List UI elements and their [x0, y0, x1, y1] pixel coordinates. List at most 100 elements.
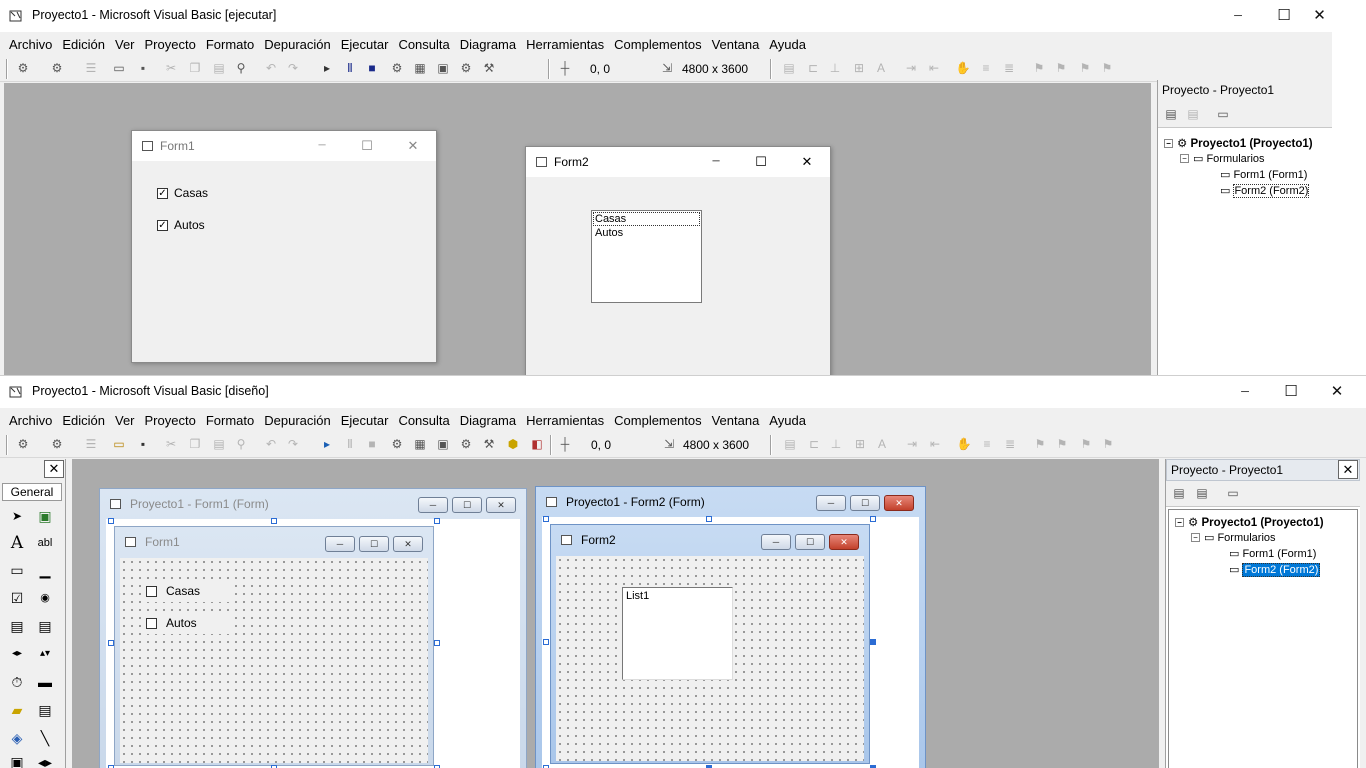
close-button[interactable]: ✕: [391, 131, 435, 161]
previous-bookmark-icon[interactable]: ⚑: [1076, 59, 1094, 77]
add-form-icon[interactable]: ⚙: [48, 435, 66, 453]
component-manager-icon[interactable]: ◧: [528, 435, 546, 453]
start-icon[interactable]: ▸: [318, 59, 336, 77]
runtime-form1-title-bar[interactable]: Form1 ─ ☐ ✕: [132, 131, 436, 161]
view-code-icon[interactable]: ▤: [1162, 105, 1180, 123]
resize-handle[interactable]: [706, 516, 712, 522]
list-item-autos[interactable]: Autos: [593, 227, 700, 239]
menu-edicion[interactable]: Edición: [62, 32, 105, 52]
undo-icon[interactable]: ↶: [262, 435, 280, 453]
menu-archivo[interactable]: Archivo: [9, 32, 52, 52]
clear-bookmarks-icon[interactable]: ⚑: [1099, 435, 1117, 453]
label-icon[interactable]: A: [5, 532, 29, 554]
tree-root[interactable]: − ⚙ Proyecto1 (Proyecto1): [1175, 515, 1324, 529]
collapse-icon[interactable]: −: [1180, 154, 1189, 163]
menu-depuracion[interactable]: Depuración: [264, 408, 331, 428]
autos-checkbox-control[interactable]: Autos: [142, 614, 232, 634]
minimize-button[interactable]: ─: [1215, 0, 1261, 32]
stop-icon[interactable]: ■: [363, 435, 381, 453]
toggle-bookmark-icon[interactable]: ⚑: [1030, 59, 1048, 77]
menu-archivo[interactable]: Archivo: [9, 408, 52, 428]
comment-block-icon[interactable]: ≡: [978, 435, 996, 453]
tree-item-form1[interactable]: ▭ Form1 (Form1): [1229, 547, 1316, 560]
hand-icon[interactable]: ✋: [954, 59, 972, 77]
menu-herramientas[interactable]: Herramientas: [526, 32, 604, 52]
hand-icon[interactable]: ✋: [955, 435, 973, 453]
size-same-icon[interactable]: ⊞: [850, 59, 868, 77]
commandbutton-icon[interactable]: ▁: [33, 559, 57, 581]
align-icon[interactable]: ⊏: [805, 435, 823, 453]
tree-item-form1[interactable]: ▭ Form1 (Form1): [1220, 168, 1307, 181]
data-view-icon[interactable]: ⬢: [504, 435, 522, 453]
maximize-button[interactable]: ☐: [1261, 0, 1307, 32]
minimize-button[interactable]: ─: [694, 147, 738, 177]
list1-listbox-control[interactable]: List1: [622, 587, 733, 680]
line-icon[interactable]: ╲: [33, 727, 57, 749]
toggle-folders-icon[interactable]: ▭: [1214, 105, 1232, 123]
listbox-icon[interactable]: ▤: [33, 615, 57, 637]
find-icon[interactable]: ⚲: [232, 435, 250, 453]
add-project-icon[interactable]: ⚙: [14, 59, 32, 77]
menu-consulta[interactable]: Consulta: [398, 32, 449, 52]
resize-handle[interactable]: [543, 516, 549, 522]
resize-handle[interactable]: [108, 518, 114, 524]
outdent-icon[interactable]: ⇤: [925, 59, 943, 77]
minimize-button[interactable]: ─: [300, 131, 344, 161]
cut-icon[interactable]: ✂: [162, 435, 180, 453]
toolbox-icon[interactable]: ⚒: [480, 435, 498, 453]
collapse-icon[interactable]: −: [1164, 139, 1173, 148]
pointer-icon[interactable]: ➤: [5, 505, 29, 527]
restore-button[interactable]: ☐: [850, 495, 880, 511]
form-editor-icon[interactable]: ▤: [780, 59, 798, 77]
resize-handle[interactable]: [108, 640, 114, 646]
open-project-icon[interactable]: ▭: [110, 435, 128, 453]
runtime-listbox[interactable]: Casas Autos: [591, 210, 702, 303]
minimize-button[interactable]: ─: [816, 495, 846, 511]
menu-proyecto[interactable]: Proyecto: [145, 408, 196, 428]
menu-depuracion[interactable]: Depuración: [264, 32, 331, 52]
autos-checkbox[interactable]: ✓: [157, 220, 168, 231]
collapse-icon[interactable]: −: [1191, 533, 1200, 542]
add-form-icon[interactable]: ⚙: [48, 59, 66, 77]
minimize-button[interactable]: ─: [418, 497, 448, 513]
menu-complementos[interactable]: Complementos: [614, 32, 701, 52]
frame-icon[interactable]: ▭: [5, 559, 29, 581]
close-button[interactable]: ✕: [393, 536, 423, 552]
maximize-button[interactable]: ☐: [739, 147, 783, 177]
uncomment-block-icon[interactable]: ≣: [1001, 435, 1019, 453]
timer-icon[interactable]: ⏱: [5, 671, 29, 693]
close-button[interactable]: ✕: [1307, 0, 1332, 32]
tree-folder-formularios[interactable]: − ▭ Formularios: [1191, 531, 1276, 544]
close-button[interactable]: ✕: [785, 147, 829, 177]
filelistbox-icon[interactable]: ▤: [33, 699, 57, 721]
menu-herramientas[interactable]: Herramientas: [526, 408, 604, 428]
checkbox-icon[interactable]: ☑: [5, 587, 29, 609]
close-button[interactable]: ✕: [486, 497, 516, 513]
menu-consulta[interactable]: Consulta: [398, 408, 449, 428]
close-button[interactable]: ✕: [829, 534, 859, 550]
minimize-button[interactable]: ─: [325, 536, 355, 552]
resize-handle[interactable]: [271, 518, 277, 524]
resize-handle[interactable]: [434, 518, 440, 524]
indent-icon[interactable]: ⇥: [903, 435, 921, 453]
redo-icon[interactable]: ↷: [284, 59, 302, 77]
form-layout-icon[interactable]: ▣: [434, 435, 452, 453]
image-icon[interactable]: ▣: [5, 751, 29, 768]
run-title-bar[interactable]: Proyecto1 - Microsoft Visual Basic [ejec…: [0, 0, 1332, 32]
resize-handle[interactable]: [434, 640, 440, 646]
form1-design-surface[interactable]: Casas Autos: [120, 558, 428, 763]
start-icon[interactable]: ▸: [318, 435, 336, 453]
project-explorer-icon[interactable]: ⚙: [388, 59, 406, 77]
casas-checkbox-control[interactable]: Casas: [142, 582, 232, 602]
toggle-folders-icon[interactable]: ▭: [1224, 484, 1242, 502]
menu-complementos[interactable]: Complementos: [614, 408, 701, 428]
view-code-icon[interactable]: ▤: [1170, 484, 1188, 502]
maximize-button[interactable]: ☐: [345, 131, 389, 161]
tree-folder-formularios[interactable]: − ▭ Formularios: [1180, 152, 1265, 165]
shape-icon[interactable]: ◈: [5, 727, 29, 749]
tree-root[interactable]: − ⚙ Proyecto1 (Proyecto1): [1164, 136, 1313, 150]
close-button[interactable]: ✕: [884, 495, 914, 511]
minimize-button[interactable]: ─: [1222, 376, 1268, 408]
object-browser-icon[interactable]: ⚙: [457, 435, 475, 453]
center-icon[interactable]: ⊥: [826, 59, 844, 77]
